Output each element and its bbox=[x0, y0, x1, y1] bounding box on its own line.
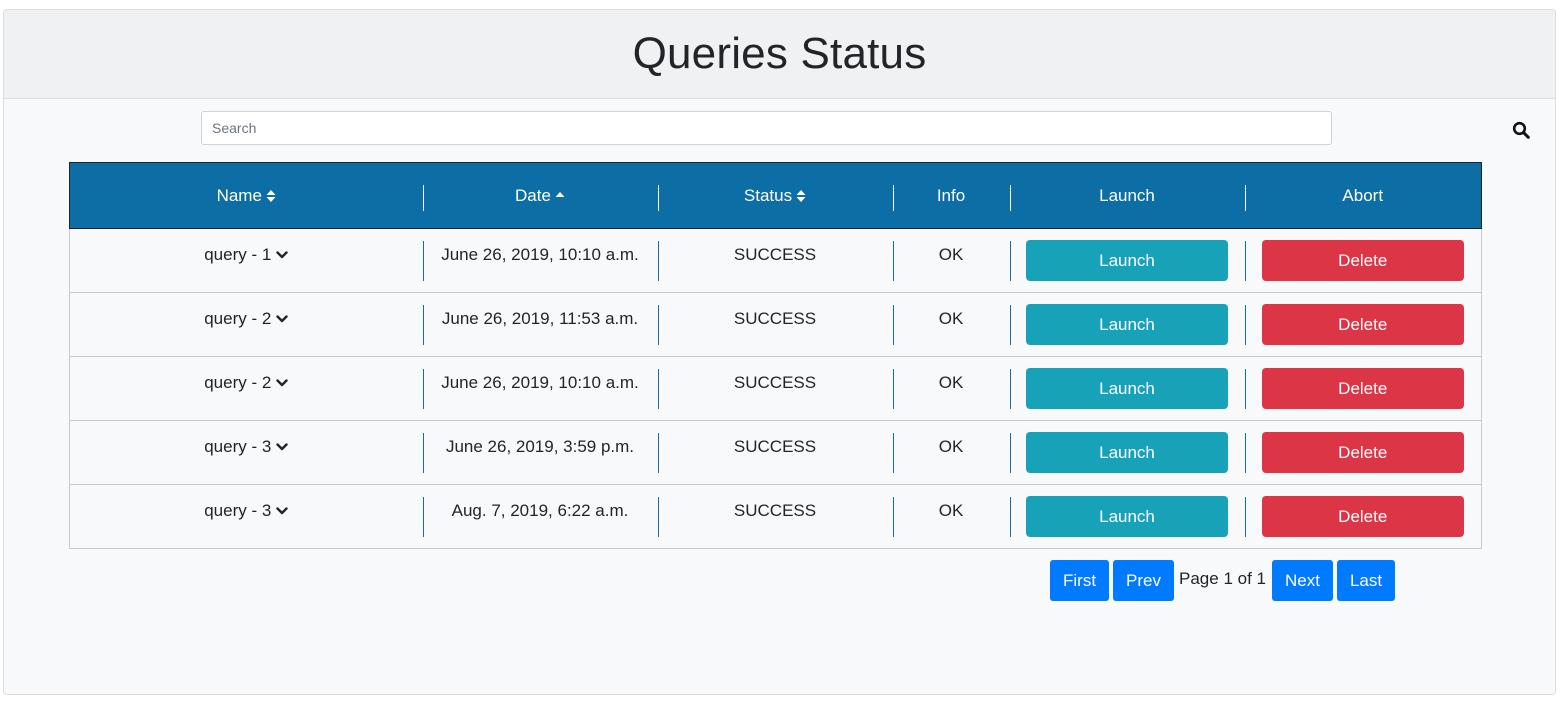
table-row: query - 2 June 26, 2019, 10:10 a.m. SUCCES… bbox=[69, 356, 1482, 421]
delete-button[interactable]: Delete bbox=[1261, 368, 1464, 409]
search-input[interactable] bbox=[201, 111, 1332, 145]
table-row: query - 3 June 26, 2019, 3:59 p.m. SUCCESS… bbox=[69, 420, 1482, 485]
column-header-0[interactable]: Name bbox=[69, 162, 423, 229]
column-header-label: Name bbox=[216, 185, 262, 205]
delete-button[interactable]: Delete bbox=[1261, 240, 1464, 281]
launch-button[interactable]: Launch bbox=[1026, 496, 1228, 537]
column-header-label: Launch bbox=[1099, 185, 1155, 205]
column-header-2[interactable]: Status bbox=[657, 162, 893, 229]
status-cell: SUCCESS bbox=[657, 356, 893, 421]
prev-page-button[interactable]: Prev bbox=[1113, 560, 1175, 601]
query-name: query - 1 bbox=[204, 245, 272, 264]
date-text: June 26, 2019, 10:10 a.m. bbox=[441, 373, 639, 392]
column-header-4: Launch bbox=[1009, 162, 1245, 229]
column-header-label: Status bbox=[743, 185, 793, 205]
chevron-down-icon[interactable] bbox=[276, 442, 288, 452]
sort-asc-icon[interactable] bbox=[555, 189, 565, 203]
column-header-3: Info bbox=[892, 162, 1010, 229]
column-header-label: Date bbox=[515, 185, 551, 205]
card-header: Queries Status bbox=[4, 10, 1555, 99]
date-cell: Aug. 7, 2019, 6:22 a.m. bbox=[422, 485, 658, 549]
column-header-1[interactable]: Date bbox=[422, 162, 658, 229]
table-row: query - 1 June 26, 2019, 10:10 a.m. SUCCES… bbox=[69, 228, 1482, 293]
chevron-down-icon[interactable] bbox=[276, 250, 288, 260]
next-page-button[interactable]: Next bbox=[1271, 560, 1333, 601]
pagination: First Prev Page 1 of 1 Next Last bbox=[1050, 560, 1399, 601]
name-cell[interactable]: query - 3 bbox=[70, 485, 423, 549]
date-text: June 26, 2019, 10:10 a.m. bbox=[441, 245, 639, 264]
launch-button[interactable]: Launch bbox=[1026, 368, 1228, 409]
info-cell: OK bbox=[892, 356, 1010, 421]
abort-cell: Delete bbox=[1244, 485, 1482, 549]
info-text: OK bbox=[938, 501, 964, 520]
table-row: query - 3 Aug. 7, 2019, 6:22 a.m. SUCCESS O… bbox=[70, 485, 1482, 549]
table-body: query - 1 June 26, 2019, 10:10 a.m. SUCCES… bbox=[69, 228, 1482, 549]
chevron-down-icon[interactable] bbox=[276, 378, 288, 388]
info-cell: OK bbox=[892, 292, 1010, 357]
abort-cell: Delete bbox=[1244, 228, 1482, 293]
chevron-down-icon[interactable] bbox=[276, 314, 288, 324]
date-cell: June 26, 2019, 10:10 a.m. bbox=[422, 356, 658, 421]
abort-cell: Delete bbox=[1244, 356, 1482, 421]
date-cell: June 26, 2019, 3:59 p.m. bbox=[422, 420, 658, 485]
column-header-label: Abort bbox=[1342, 185, 1384, 205]
date-cell: June 26, 2019, 10:10 a.m. bbox=[422, 228, 658, 293]
column-header-label: Info bbox=[936, 185, 966, 205]
delete-button[interactable]: Delete bbox=[1261, 304, 1464, 345]
status-cell: SUCCESS bbox=[657, 485, 893, 549]
launch-button[interactable]: Launch bbox=[1026, 432, 1228, 473]
date-text: June 26, 2019, 11:53 a.m. bbox=[441, 309, 639, 328]
info-text: OK bbox=[938, 309, 964, 328]
page-title: Queries Status bbox=[632, 29, 927, 78]
delete-button[interactable]: Delete bbox=[1261, 432, 1464, 473]
launch-cell: Launch bbox=[1009, 292, 1245, 357]
info-cell: OK bbox=[892, 228, 1010, 293]
info-cell: OK bbox=[892, 485, 1010, 549]
abort-cell: Delete bbox=[1244, 420, 1482, 485]
status-text: SUCCESS bbox=[733, 501, 817, 520]
column-header-5: Abort bbox=[1244, 162, 1482, 229]
info-cell: OK bbox=[892, 420, 1010, 485]
info-text: OK bbox=[938, 245, 964, 264]
status-text: SUCCESS bbox=[733, 437, 817, 456]
query-name: query - 2 bbox=[204, 373, 272, 392]
launch-button[interactable]: Launch bbox=[1026, 304, 1228, 345]
name-cell[interactable]: query - 2 bbox=[69, 356, 423, 421]
search-icon[interactable] bbox=[1508, 118, 1534, 142]
delete-button[interactable]: Delete bbox=[1261, 496, 1464, 537]
info-text: OK bbox=[938, 373, 964, 392]
status-text: SUCCESS bbox=[733, 373, 817, 392]
last-page-button[interactable]: Last bbox=[1336, 560, 1396, 601]
date-text: June 26, 2019, 3:59 p.m. bbox=[445, 437, 635, 456]
query-name: query - 2 bbox=[204, 309, 272, 328]
name-cell[interactable]: query - 3 bbox=[69, 420, 423, 485]
query-name: query - 3 bbox=[204, 501, 272, 520]
status-cell: SUCCESS bbox=[657, 420, 893, 485]
chevron-down-icon[interactable] bbox=[276, 506, 288, 516]
launch-cell: Launch bbox=[1009, 420, 1245, 485]
sort-both-icon[interactable] bbox=[266, 189, 276, 203]
status-cell: SUCCESS bbox=[657, 292, 893, 357]
name-cell[interactable]: query - 1 bbox=[69, 228, 423, 293]
table-header-row: Name Date Status Info Launch Abort bbox=[69, 162, 1482, 229]
launch-cell: Launch bbox=[1009, 356, 1245, 421]
status-text: SUCCESS bbox=[733, 245, 817, 264]
first-page-button[interactable]: First bbox=[1050, 560, 1110, 601]
abort-cell: Delete bbox=[1244, 292, 1482, 357]
page-indicator: Page 1 of 1 bbox=[1179, 568, 1266, 588]
launch-button[interactable]: Launch bbox=[1026, 240, 1228, 281]
name-cell[interactable]: query - 2 bbox=[69, 292, 423, 357]
status-text: SUCCESS bbox=[733, 309, 817, 328]
date-cell: June 26, 2019, 11:53 a.m. bbox=[422, 292, 658, 357]
sort-both-icon[interactable] bbox=[796, 189, 806, 203]
info-text: OK bbox=[938, 437, 964, 456]
query-name: query - 3 bbox=[204, 437, 272, 456]
date-text: Aug. 7, 2019, 6:22 a.m. bbox=[451, 501, 629, 520]
launch-cell: Launch bbox=[1009, 228, 1245, 293]
table-row: query - 2 June 26, 2019, 11:53 a.m. SUCCES… bbox=[69, 292, 1482, 357]
queries-table: Name Date Status Info Launch Abort query - 1 J… bbox=[69, 162, 1482, 549]
launch-cell: Launch bbox=[1009, 485, 1245, 549]
status-cell: SUCCESS bbox=[657, 228, 893, 293]
